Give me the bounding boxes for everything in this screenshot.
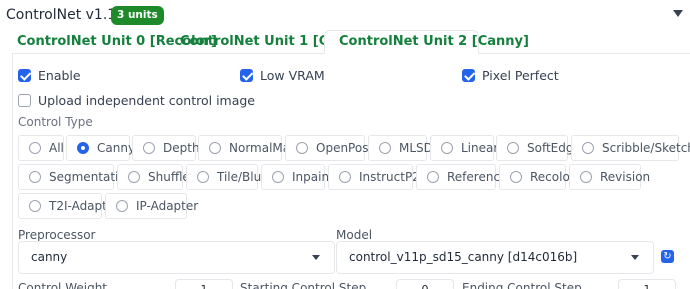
radio-segmentation[interactable]: Segmentation (18, 164, 133, 190)
radio-label: Canny (97, 141, 136, 155)
upload-independent-label: Upload independent control image (38, 92, 255, 108)
radio-openpose[interactable]: OpenPose (285, 135, 376, 161)
radio-dot-icon[interactable] (29, 171, 41, 183)
chevron-down-icon (631, 255, 639, 260)
radio-dot-icon[interactable] (379, 142, 391, 154)
radio-revision[interactable]: Revision (569, 164, 650, 190)
model-dropdown[interactable]: control_v11p_sd15_canny [d14c016b] (336, 241, 654, 274)
radio-label: Revision (600, 170, 651, 184)
tab-unit-2[interactable]: ControlNet Unit 2 [Canny] (324, 30, 529, 55)
controlnet-header[interactable]: ControlNet v1.1.410 3 units (0, 0, 690, 32)
low-vram-checkbox[interactable]: Low VRAM (240, 67, 325, 83)
model-value: control_v11p_sd15_canny [d14c016b] (349, 250, 578, 264)
pixel-perfect-label: Pixel Perfect (482, 67, 559, 83)
pixel-perfect-check-icon[interactable] (462, 68, 475, 82)
chevron-down-icon (312, 255, 320, 260)
radio-dot-icon[interactable] (441, 142, 453, 154)
radio-dot-icon[interactable] (128, 171, 140, 183)
radio-dot-icon[interactable] (427, 171, 439, 183)
radio-t2i-adapter[interactable]: T2I-Adapter (18, 193, 119, 219)
radio-dot-icon[interactable] (296, 142, 308, 154)
collapse-triangle-icon[interactable] (673, 10, 683, 17)
radio-label: MLSD (399, 141, 433, 155)
control-type-label: Control Type (18, 115, 93, 129)
radio-depth[interactable]: Depth (132, 135, 200, 161)
radio-normalmap[interactable]: NormalMap (198, 135, 298, 161)
radio-label: Shuffle (148, 170, 190, 184)
refresh-icon[interactable]: ↻ (661, 250, 674, 263)
radio-shuffle[interactable]: Shuffle (117, 164, 190, 190)
radio-inpaint[interactable]: Inpaint (261, 164, 334, 190)
units-badge: 3 units (111, 6, 164, 25)
radio-tile-blur[interactable]: Tile/Blur (186, 164, 266, 190)
radio-reference[interactable]: Reference (416, 164, 507, 190)
radio-dot-icon[interactable] (29, 142, 41, 154)
radio-canny[interactable]: Canny (66, 135, 135, 161)
low-vram-check-icon[interactable] (240, 68, 253, 82)
pixel-perfect-checkbox[interactable]: Pixel Perfect (462, 67, 559, 83)
ending-step-input[interactable]: 1 (618, 279, 676, 289)
control-weight-label: Control Weight (18, 281, 107, 289)
radio-label: IP-Adapter (136, 199, 199, 213)
radio-dot-icon[interactable] (116, 200, 128, 212)
unit-tabs: ControlNet Unit 0 [Recolor] ControlNet U… (0, 30, 690, 55)
enable-check-icon[interactable] (18, 68, 31, 82)
radio-dot-icon[interactable] (272, 171, 284, 183)
preprocessor-label: Preprocessor (18, 228, 96, 242)
radio-recolor[interactable]: Recolor (499, 164, 575, 190)
preprocessor-value: canny (31, 250, 68, 264)
starting-step-input[interactable]: 0 (396, 279, 454, 289)
upload-independent-checkbox[interactable]: Upload independent control image (18, 92, 255, 108)
radio-dot-icon[interactable] (507, 142, 519, 154)
upload-independent-check-icon[interactable] (18, 93, 31, 107)
radio-dot-icon[interactable] (77, 142, 89, 154)
radio-softedge[interactable]: SoftEdge (496, 135, 581, 161)
enable-label: Enable (38, 67, 81, 83)
radio-label: All (49, 141, 64, 155)
radio-label: Scribble/Sketch (602, 141, 690, 155)
radio-lineart[interactable]: Lineart (430, 135, 503, 161)
radio-dot-icon[interactable] (197, 171, 209, 183)
low-vram-label: Low VRAM (260, 67, 325, 83)
radio-dot-icon[interactable] (339, 171, 351, 183)
starting-step-label: Starting Control Step (240, 281, 367, 289)
radio-dot-icon[interactable] (143, 142, 155, 154)
radio-label: Tile/Blur (217, 170, 267, 184)
control-weight-input[interactable]: 1 (175, 279, 233, 289)
ending-step-label: Ending Control Step (462, 281, 582, 289)
radio-mlsd[interactable]: MLSD (368, 135, 433, 161)
radio-dot-icon[interactable] (209, 142, 221, 154)
radio-instructp2p[interactable]: InstructP2P (328, 164, 427, 190)
radio-dot-icon[interactable] (29, 200, 41, 212)
radio-label: OpenPose (316, 141, 376, 155)
enable-checkbox[interactable]: Enable (18, 67, 81, 83)
radio-dot-icon[interactable] (582, 142, 594, 154)
model-label: Model (336, 228, 373, 242)
radio-scribble-sketch[interactable]: Scribble/Sketch (571, 135, 690, 161)
radio-dot-icon[interactable] (580, 171, 592, 183)
radio-dot-icon[interactable] (510, 171, 522, 183)
radio-label: Depth (163, 141, 200, 155)
radio-all[interactable]: All (18, 135, 64, 161)
preprocessor-dropdown[interactable]: canny (18, 241, 335, 274)
radio-ip-adapter[interactable]: IP-Adapter (105, 193, 198, 219)
